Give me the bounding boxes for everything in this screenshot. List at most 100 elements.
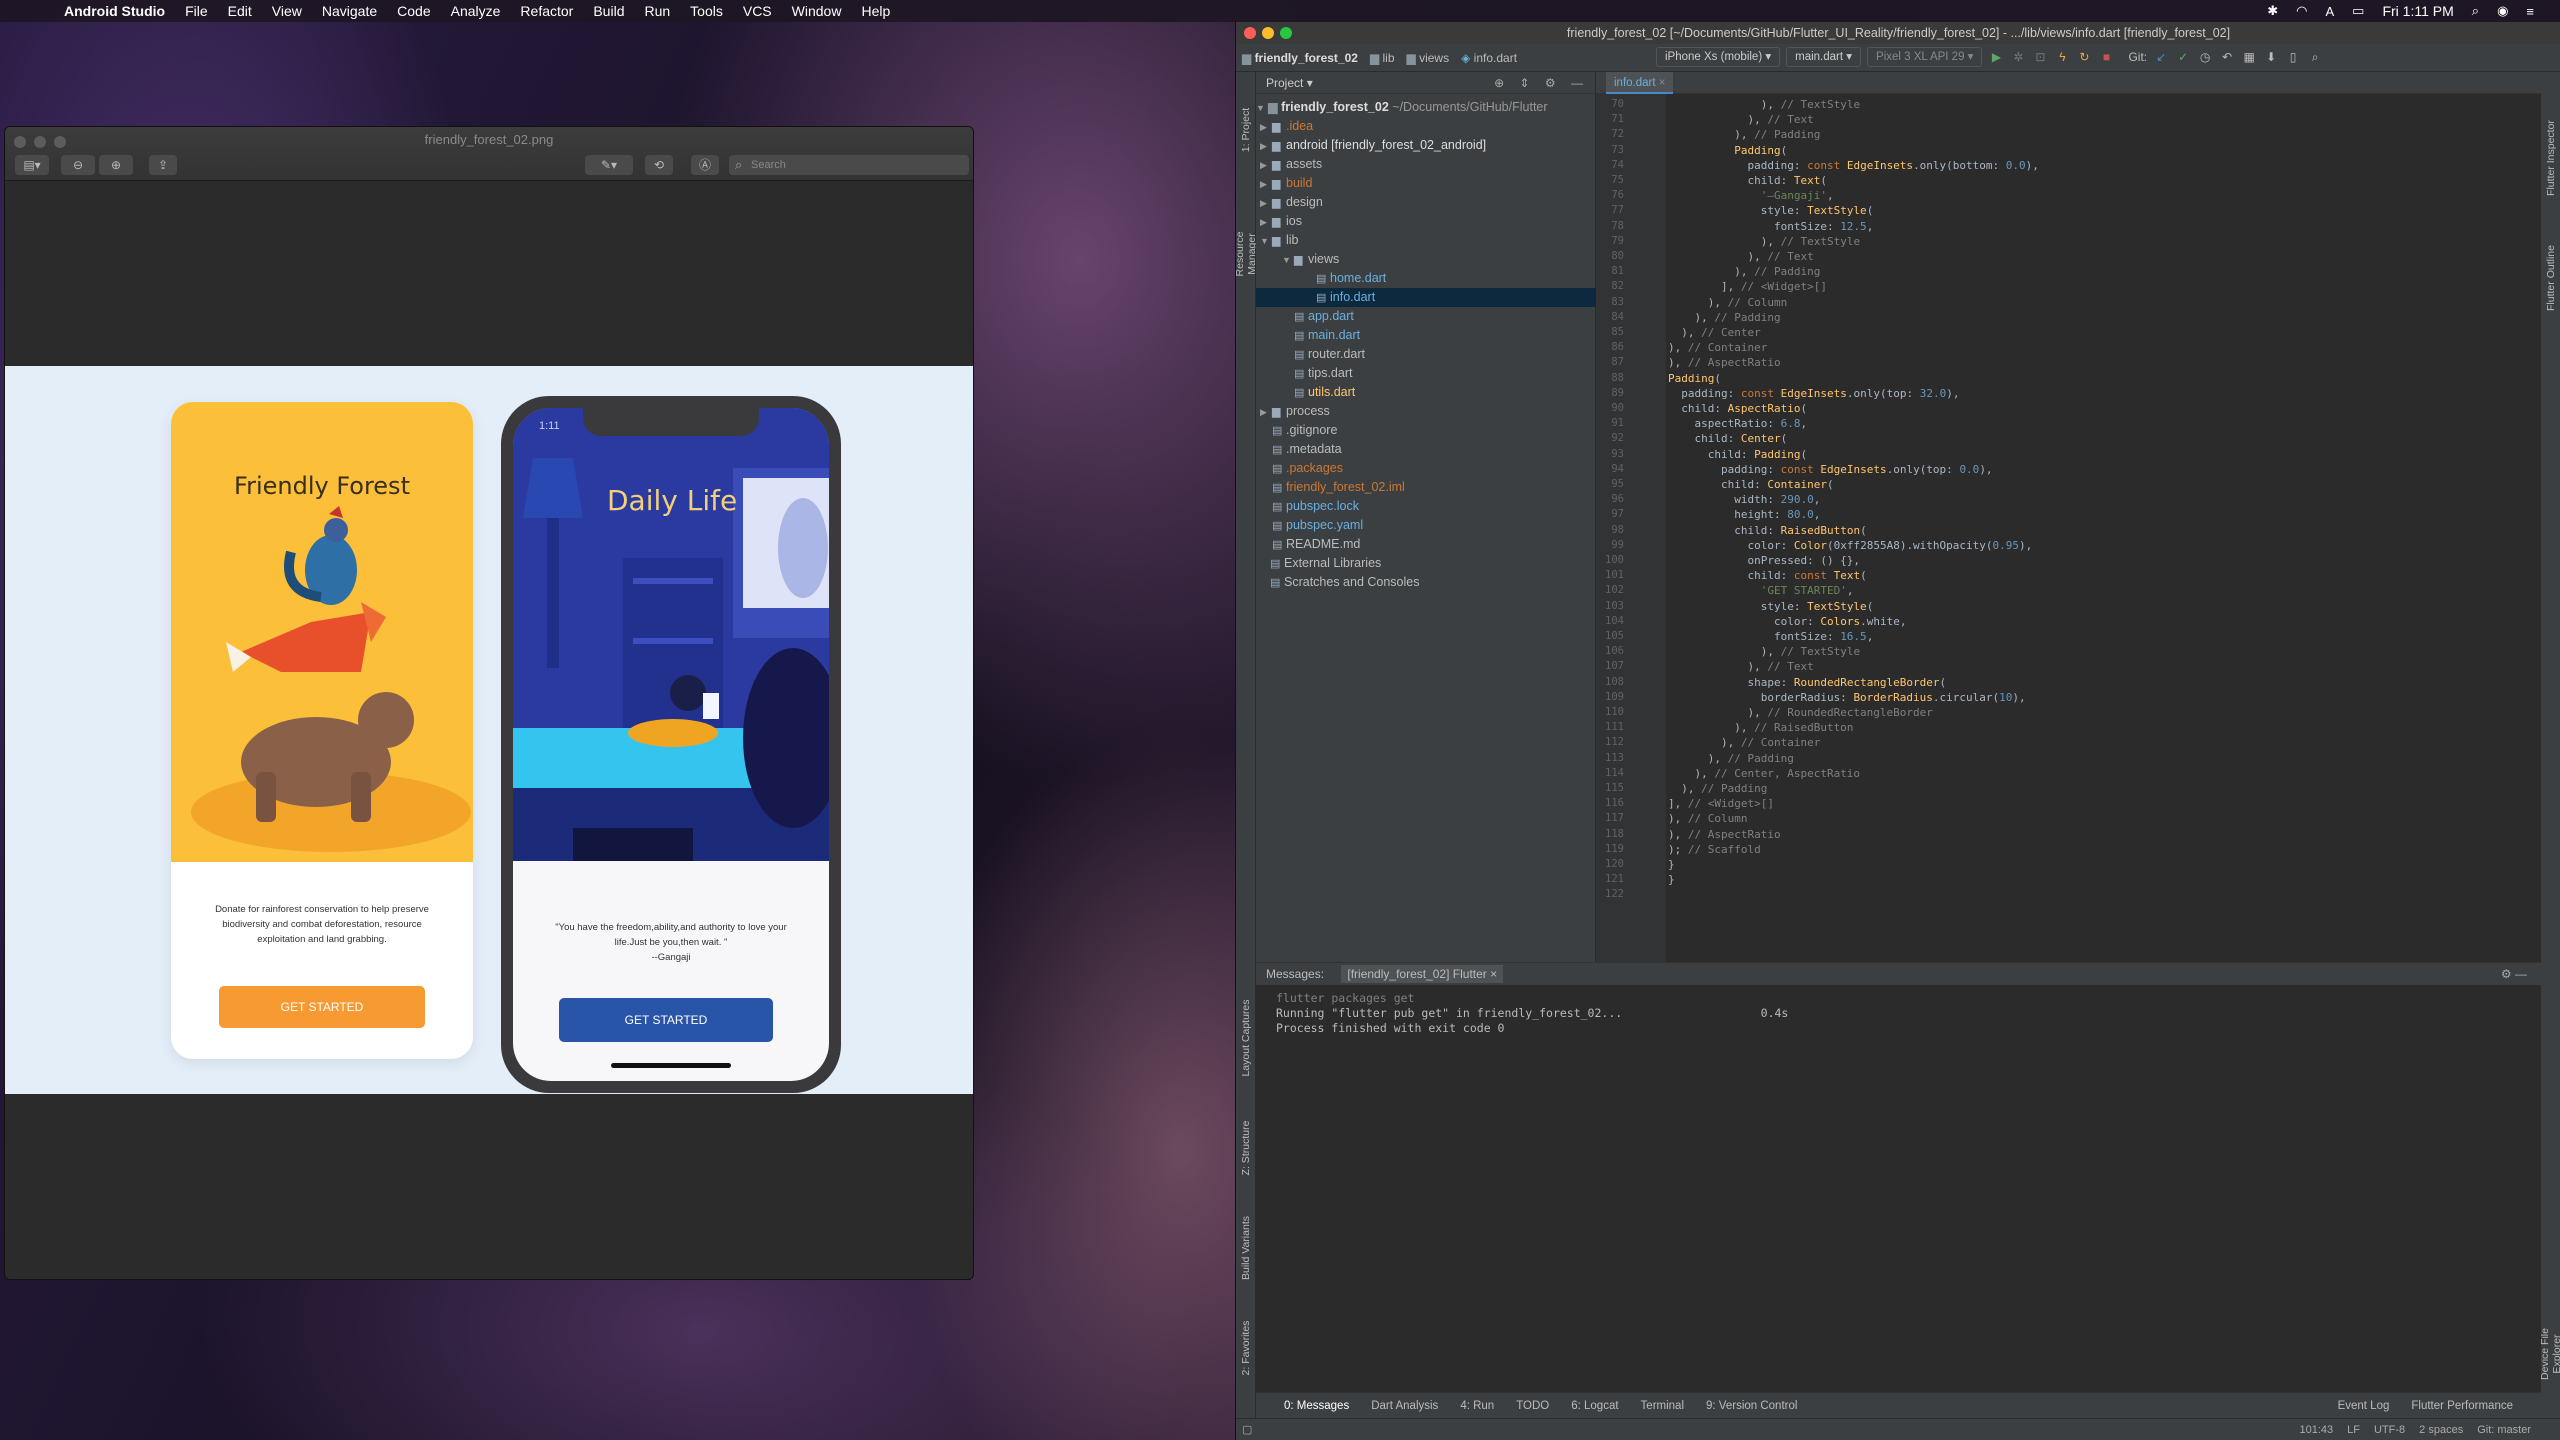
code-line[interactable]: aspectRatio: 6.8, [1668, 416, 1807, 431]
code-line[interactable]: ), // Padding [1668, 264, 1820, 279]
code-line[interactable]: Padding( [1668, 143, 1787, 158]
tree-item[interactable]: ▶ ▆ assets [1256, 155, 1596, 174]
code-line[interactable]: ), // Column [1668, 295, 1787, 310]
menu-analyze[interactable]: Analyze [441, 0, 511, 22]
code-line[interactable]: height: 80.0, [1668, 507, 1820, 522]
breadcrumb-project[interactable]: ▆ friendly_forest_02 [1236, 51, 1364, 65]
tree-item[interactable]: ▤ pubspec.lock [1256, 497, 1596, 516]
zoom-in-icon[interactable]: ⊕ [99, 155, 133, 175]
caret-position[interactable]: 101:43 [2300, 1419, 2334, 1440]
bluetooth-icon[interactable]: ✱ [2267, 3, 2278, 19]
tree-item[interactable]: ▶ ▆ .idea [1256, 117, 1596, 136]
code-line[interactable]: ), // Padding [1668, 781, 1767, 796]
code-line[interactable]: padding: const EdgeInsets.only(top: 32.0… [1668, 386, 1959, 401]
tool-layout-captures[interactable]: Layout Captures [1240, 998, 1252, 1078]
spotlight-icon[interactable]: ⌕ [2472, 3, 2479, 19]
markup-toolbar-icon[interactable]: Ⓐ [691, 155, 719, 175]
code-line[interactable]: child: Center( [1668, 431, 1787, 446]
code-line[interactable]: onPressed: () {}, [1668, 553, 1860, 568]
code-line[interactable]: borderRadius: BorderRadius.circular(10), [1668, 690, 2026, 705]
expand-arrow-icon[interactable]: ▶ [1260, 213, 1272, 232]
code-line[interactable]: ), // Padding [1668, 310, 1780, 325]
code-line[interactable]: ), // Text [1668, 112, 1813, 127]
menu-edit[interactable]: Edit [218, 0, 262, 22]
code-line[interactable]: child: Padding( [1668, 447, 1807, 462]
device-selector[interactable]: iPhone Xs (mobile) ▾ [1656, 47, 1781, 67]
markup-pen-icon[interactable]: ✎▾ [585, 155, 633, 175]
code-line[interactable]: ), // TextStyle [1668, 234, 1860, 249]
code-line[interactable]: ), // TextStyle [1668, 644, 1860, 659]
tool-project[interactable]: 1: Project [1240, 90, 1252, 170]
run-config-selector[interactable]: main.dart ▾ [1786, 47, 1862, 67]
tree-item[interactable]: ▶ ▆ ios [1256, 212, 1596, 231]
code-line[interactable]: style: TextStyle( [1668, 203, 1874, 218]
hot-reload-icon[interactable]: ϟ [2054, 50, 2070, 64]
tree-item[interactable]: ▤ .packages [1256, 459, 1596, 478]
code-line[interactable]: padding: const EdgeInsets.only(top: 0.0)… [1668, 462, 1993, 477]
project-view-selector[interactable]: Project ▾ [1266, 76, 1313, 90]
search-everywhere-icon[interactable]: ⌕ [2307, 50, 2323, 65]
tool-build-variants[interactable]: Build Variants [1240, 1208, 1252, 1288]
run-icon[interactable]: ▶ [1988, 50, 2004, 64]
emulator-selector[interactable]: Pixel 3 XL API 29 ▾ [1867, 47, 1983, 67]
expand-arrow-icon[interactable]: ▼ [1282, 251, 1294, 270]
app-menu[interactable]: Android Studio [54, 0, 175, 22]
rollback-icon[interactable]: ↶ [2219, 50, 2235, 64]
expand-arrow-icon[interactable]: ▶ [1260, 175, 1272, 194]
menu-run[interactable]: Run [634, 0, 680, 22]
tree-item[interactable]: ▤ pubspec.yaml [1256, 516, 1596, 535]
tree-item[interactable]: ▶ ▆ design [1256, 193, 1596, 212]
code-line[interactable]: ], // <Widget>[] [1668, 796, 1774, 811]
tab-messages[interactable]: 0: Messages [1276, 1400, 1357, 1412]
git-update-icon[interactable]: ↙ [2153, 50, 2169, 64]
expand-arrow-icon[interactable]: ▼ [1260, 232, 1272, 251]
zoom-out-icon[interactable]: ⊖ [61, 155, 95, 175]
menu-vcs[interactable]: VCS [733, 0, 782, 22]
indent-setting[interactable]: 2 spaces [2419, 1419, 2463, 1440]
code-line[interactable]: child: AspectRatio( [1668, 401, 1807, 416]
menu-window[interactable]: Window [782, 0, 852, 22]
code-line[interactable]: child: Text( [1668, 173, 1827, 188]
expand-arrow-icon[interactable]: ▶ [1260, 194, 1272, 213]
tree-item[interactable]: ▤ .metadata [1256, 440, 1596, 459]
git-branch[interactable]: Git: master [2477, 1419, 2531, 1440]
code-line[interactable]: ), // TextStyle [1668, 97, 1860, 112]
sidebar-toggle-icon[interactable]: ▤▾ [15, 155, 49, 175]
tree-item[interactable]: ▶ ▆ process [1256, 402, 1596, 421]
code-line[interactable]: ), // Container [1668, 340, 1767, 355]
code-line[interactable]: child: Container( [1668, 477, 1834, 492]
expand-arrow-icon[interactable]: ▶ [1260, 118, 1272, 137]
minimize-button[interactable] [1262, 27, 1274, 39]
stop-icon[interactable]: ■ [2098, 50, 2114, 64]
menu-tools[interactable]: Tools [680, 0, 733, 22]
tab-logcat[interactable]: 6: Logcat [1563, 1400, 1626, 1412]
line-separator[interactable]: LF [2347, 1419, 2360, 1440]
code-line[interactable]: ), // Padding [1668, 751, 1794, 766]
code-line[interactable]: child: const Text( [1668, 568, 1866, 583]
code-line[interactable]: fontSize: 12.5, [1668, 219, 1873, 234]
menubar-clock[interactable]: Fri 1:11 PM [2382, 3, 2453, 19]
breadcrumb-file[interactable]: ◈ info.dart [1455, 51, 1523, 65]
tree-item[interactable]: ▤ home.dart [1256, 269, 1596, 288]
code-line[interactable]: ), // AspectRatio [1668, 827, 1781, 842]
tool-flutter-inspector[interactable]: Flutter Inspector [2545, 118, 2557, 198]
card-get-started-button[interactable]: GET STARTED [219, 986, 425, 1028]
close-tab-icon[interactable]: × [1659, 77, 1666, 89]
menu-view[interactable]: View [262, 0, 312, 22]
battery-icon[interactable]: ▭ [2352, 3, 2364, 19]
attach-icon[interactable]: ⊡ [2032, 50, 2048, 64]
project-structure-icon[interactable]: ▦ [2241, 50, 2257, 64]
tree-item[interactable]: ▤ tips.dart [1256, 364, 1596, 383]
code-line[interactable]: '—Gangaji', [1668, 188, 1834, 203]
avd-manager-icon[interactable]: ▯ [2285, 50, 2301, 64]
code-line[interactable]: child: RaisedButton( [1668, 523, 1866, 538]
input-source-icon[interactable]: A [2326, 4, 2335, 19]
breadcrumb-views[interactable]: ▆ views [1401, 51, 1456, 65]
tool-flutter-outline[interactable]: Flutter Outline [2545, 238, 2557, 318]
menu-build[interactable]: Build [583, 0, 634, 22]
code-line[interactable]: ), // Text [1668, 249, 1813, 264]
code-line[interactable]: ), // RoundedRectangleBorder [1668, 705, 1932, 720]
sdk-manager-icon[interactable]: ⬇ [2263, 50, 2279, 64]
tab-dart-analysis[interactable]: Dart Analysis [1363, 1400, 1446, 1412]
tool-device-file-explorer[interactable]: Device File Explorer [2539, 1314, 2560, 1394]
